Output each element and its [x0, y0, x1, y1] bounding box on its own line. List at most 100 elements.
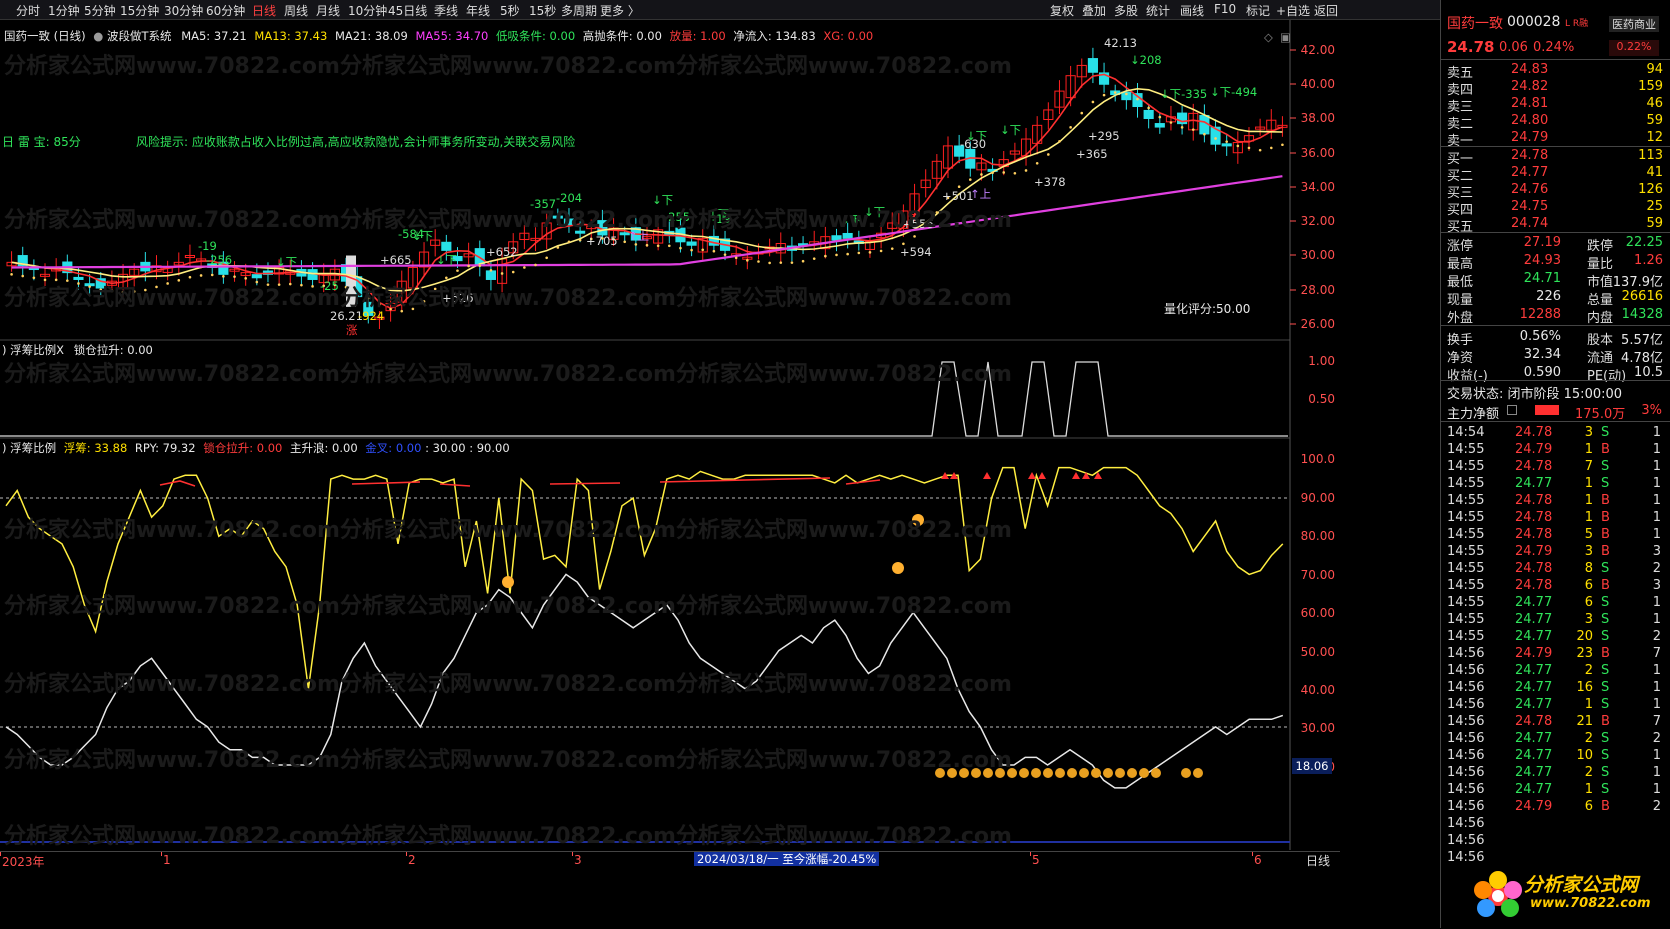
logo-url: www.70822.com [1530, 896, 1651, 911]
signal-dot [1203, 132, 1206, 136]
candle-body [485, 270, 497, 280]
ma21-label: MA21: 38.09 [334, 29, 408, 43]
toolbar-btn-4[interactable]: 画线 [1180, 2, 1204, 19]
period-tab-1[interactable]: 1分钟 [48, 2, 80, 19]
signal-dot [656, 244, 660, 248]
toolbar-btn-5[interactable]: F10 [1214, 2, 1236, 16]
toolbar-btn-7[interactable]: +自选 [1276, 2, 1310, 19]
lowsuck-label: 低吸条件: 0.00 [496, 29, 576, 43]
ask-row: 卖五 24.83 94 [1447, 62, 1663, 81]
period-tab-16[interactable]: 更多 〉 [600, 2, 640, 19]
watermark-text: 分析家公式网www.70822.com [4, 362, 340, 387]
signal-dot [1113, 91, 1117, 94]
up-arrow-icon [983, 472, 991, 479]
site-logo: 分析家公式网 www.70822.com [1468, 866, 1668, 926]
period-tab-9[interactable]: 10分钟 [348, 2, 387, 19]
xaxis-tick [406, 852, 407, 856]
signal-dot [757, 260, 760, 263]
period-tab-0[interactable]: 分时 [16, 2, 40, 19]
signal-dot [1225, 140, 1228, 143]
toolbar-btn-1[interactable]: 叠加 [1082, 2, 1106, 19]
time-axis: 2023年123456 [0, 851, 1340, 869]
period-tab-13[interactable]: 5秒 [500, 2, 520, 19]
money-bag-icon [1019, 768, 1029, 778]
money-bag-icon [1115, 768, 1125, 778]
list-icon[interactable] [1507, 405, 1517, 415]
signal-dot [746, 259, 749, 262]
window-icon[interactable]: ▣ [1280, 30, 1291, 44]
stat-row: 涨停 27.19 跌停 22.25 [1447, 235, 1663, 254]
tick-row: 14:56 24.77 1 S 1 [1447, 697, 1661, 712]
money-bag-icon [1031, 768, 1041, 778]
signal-annotation: ↓208 [1130, 53, 1162, 67]
watermark-text: 分析家公式网www.70822.com [340, 54, 676, 79]
inflow-label: 净流入: 134.83 [733, 29, 816, 43]
signal-dot [456, 269, 459, 272]
axis-tick-label: 40.00 [1300, 77, 1335, 91]
ask-row: 卖三 24.81 46 [1447, 96, 1663, 115]
signal-dot [913, 235, 916, 238]
bid-row: 买四 24.75 25 [1447, 199, 1663, 218]
signal-dot [500, 272, 504, 275]
signal-dot [1269, 146, 1273, 150]
axis-tick-label: 80.00 [1300, 529, 1335, 543]
candle-body [1087, 58, 1098, 73]
stat-row: 净资 32.34 流通 4.78亿 [1447, 347, 1663, 366]
period-tab-5[interactable]: 60分钟 [206, 2, 245, 19]
signal-dot [824, 254, 827, 258]
period-tab-7[interactable]: 周线 [284, 2, 308, 19]
ind2-title: 浮筹比例 [10, 441, 57, 455]
signal-annotation: -19 [198, 239, 217, 253]
ind1-lock: 锁仓拉升: 0.00 [73, 343, 153, 357]
toolbar-btn-8[interactable]: 返回 [1314, 2, 1338, 19]
signal-dot [835, 253, 838, 257]
period-tab-10[interactable]: 45日线 [388, 2, 427, 19]
signal-annotation: +378 [1034, 175, 1066, 189]
signal-dot [790, 261, 794, 264]
leiquan-label: 日 雷 宝: 85分 [2, 135, 81, 149]
signal-dot [1058, 140, 1061, 143]
toolbar-btn-6[interactable]: 标记 [1246, 2, 1270, 19]
tick-row: 14:56 24.79 6 B 2 [1447, 799, 1661, 814]
tick-row: 14:56 24.77 16 S 1 [1447, 680, 1661, 695]
signal-annotation: +295 [1088, 129, 1120, 143]
money-bag-icon [1127, 768, 1137, 778]
toolbar-btn-3[interactable]: 统计 [1146, 2, 1170, 19]
sector-button[interactable]: 医药商业 [1609, 16, 1659, 32]
signal-dot [1047, 153, 1050, 156]
money-bag-icon [1043, 768, 1053, 778]
axis-tick-label: 42.00 [1300, 43, 1335, 57]
highsell-label: 高抛条件: 0.00 [582, 29, 662, 43]
ind2-rpy: RPY: 79.32 [134, 441, 196, 455]
tick-row: 14:55 24.78 1 B 1 [1447, 493, 1661, 508]
signal-dot [1080, 111, 1084, 115]
period-tab-14[interactable]: 15秒 [529, 2, 556, 19]
signal-dot [1024, 169, 1028, 172]
period-tab-15[interactable]: 多周期 [561, 2, 597, 19]
period-tab-6[interactable]: 日线 [252, 2, 276, 19]
toolbar-btn-0[interactable]: 复权 [1050, 2, 1074, 19]
volume-label: 放量: 1.00 [669, 29, 726, 43]
ind2-v90: : 90.00 [469, 441, 510, 455]
period-tab-3[interactable]: 15分钟 [120, 2, 159, 19]
diamond-icon[interactable]: ◇ [1264, 30, 1273, 44]
period-tab-4[interactable]: 30分钟 [164, 2, 203, 19]
signal-dot [690, 248, 693, 252]
tick-row: 14:56 24.78 21 B 7 [1447, 714, 1661, 729]
signal-annotation: +594 [900, 245, 932, 259]
period-tab-11[interactable]: 季线 [434, 2, 458, 19]
tick-row: 14:56 24.77 2 S 2 [1447, 731, 1661, 746]
period-tab-12[interactable]: 年线 [466, 2, 490, 19]
toolbar-btn-2[interactable]: 多股 [1114, 2, 1138, 19]
watermark-text: 分析家公式网www.70822.com [340, 208, 676, 233]
period-tab-8[interactable]: 月线 [316, 2, 340, 19]
signal-dot [980, 173, 983, 176]
xaxis-label: 2 [408, 853, 416, 867]
main-flow-pct: 3% [1641, 403, 1662, 418]
ind1-title: 浮筹比例X [10, 343, 65, 357]
signal-dot [1091, 100, 1095, 104]
period-tab-2[interactable]: 5分钟 [84, 2, 116, 19]
divider [1441, 232, 1670, 233]
signal-annotation: ↑上 [970, 187, 991, 201]
watermark-text: 分析家公式网www.70822.com [676, 286, 1012, 311]
